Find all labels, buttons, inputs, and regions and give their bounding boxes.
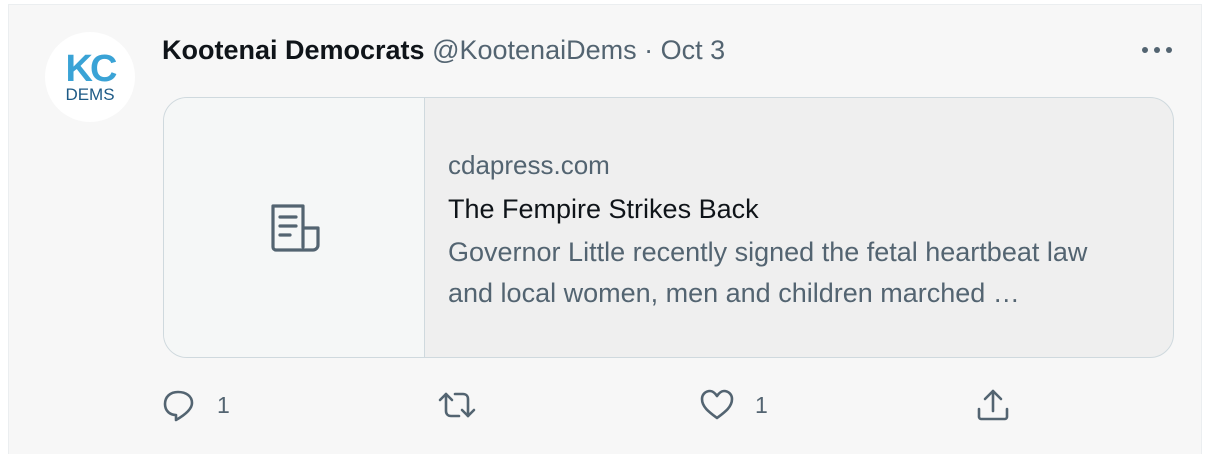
author-handle[interactable]: @KootenaiDems: [432, 35, 637, 65]
reply-button[interactable]: 1: [161, 385, 230, 425]
avatar[interactable]: KC DEMS: [45, 32, 135, 122]
reply-icon: [163, 390, 194, 422]
avatar-logo-kc: KC: [65, 47, 118, 90]
card-thumbnail: [164, 98, 425, 357]
action-bar: 1 1: [9, 385, 1201, 425]
retweet-icon: [438, 392, 476, 418]
tweet[interactable]: KC DEMS Kootenai Democrats @KootenaiDems…: [8, 4, 1202, 454]
reply-count: 1: [217, 391, 230, 418]
card-text: cdapress.com The Fempire Strikes Back Go…: [448, 148, 1148, 314]
like-button[interactable]: 1: [699, 385, 768, 425]
author-name[interactable]: Kootenai Democrats: [162, 35, 425, 65]
card-description: Governor Little recently signed the feta…: [448, 237, 1088, 308]
tweet-date[interactable]: Oct 3: [661, 35, 726, 65]
more-button[interactable]: [1137, 35, 1177, 65]
link-card[interactable]: cdapress.com The Fempire Strikes Back Go…: [163, 97, 1174, 358]
card-title: The Fempire Strikes Back: [448, 194, 759, 224]
share-button[interactable]: [975, 385, 1011, 425]
tweet-header: Kootenai Democrats @KootenaiDems · Oct 3: [162, 33, 725, 67]
avatar-logo-dems: DEMS: [65, 84, 115, 104]
article-icon: [271, 203, 320, 252]
card-domain: cdapress.com: [448, 150, 610, 180]
share-icon: [977, 389, 1009, 421]
like-count: 1: [755, 391, 768, 418]
retweet-button[interactable]: [437, 385, 497, 425]
meta-separator: ·: [644, 35, 654, 65]
more-icon: [1142, 47, 1172, 53]
heart-icon: [700, 389, 734, 420]
